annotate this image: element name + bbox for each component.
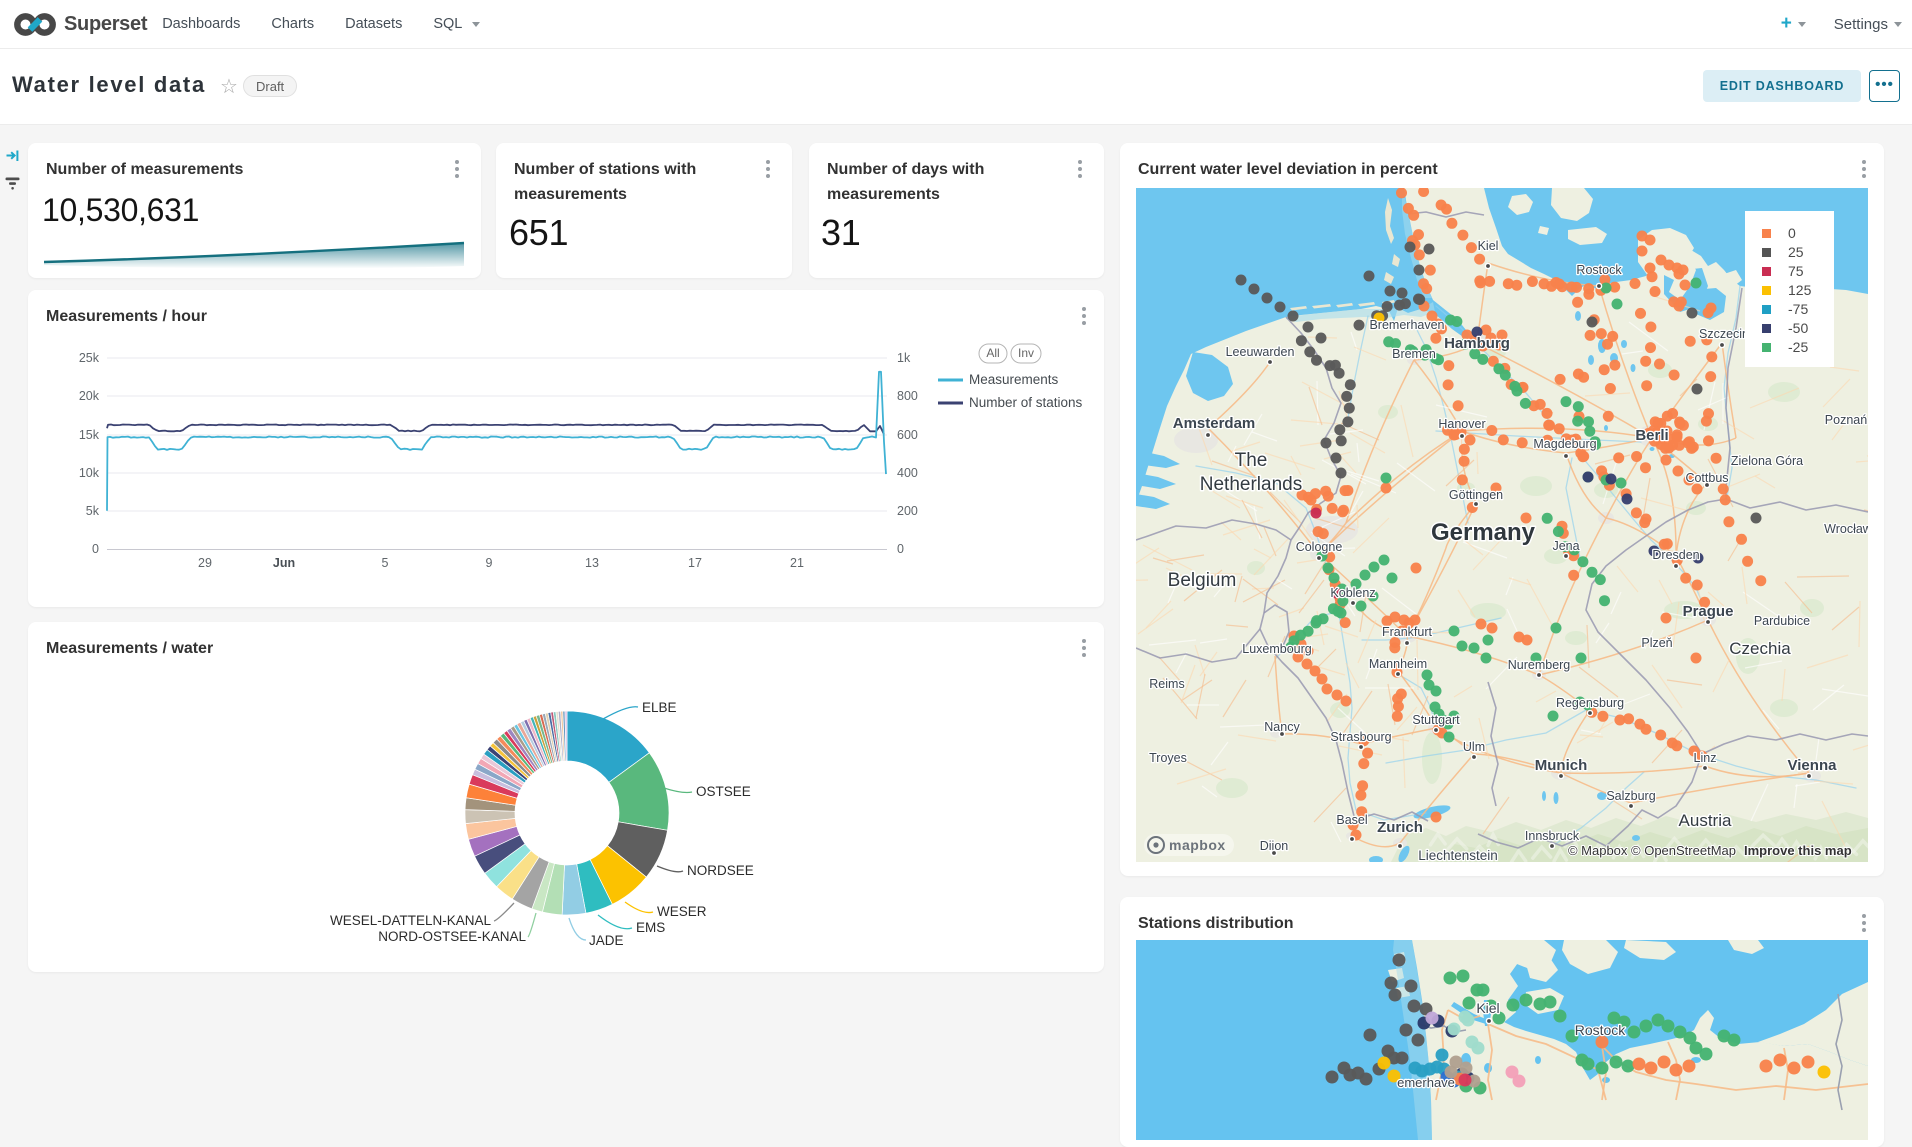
svg-text:Improve this map: Improve this map bbox=[1744, 843, 1852, 858]
svg-text:Basel: Basel bbox=[1336, 813, 1367, 827]
svg-text:emerhave: emerhave bbox=[1397, 1075, 1455, 1090]
svg-text:0: 0 bbox=[1788, 225, 1796, 241]
svg-text:Frankfurt: Frankfurt bbox=[1382, 625, 1433, 639]
svg-text:Kiel: Kiel bbox=[1476, 1000, 1499, 1016]
svg-text:WESER: WESER bbox=[657, 904, 707, 919]
svg-text:Liechtenstein: Liechtenstein bbox=[1418, 848, 1498, 862]
svg-text:Rostock: Rostock bbox=[1575, 1022, 1627, 1038]
svg-text:125: 125 bbox=[1788, 282, 1812, 298]
svg-text:25k: 25k bbox=[79, 351, 100, 365]
svg-text:Stuttgart: Stuttgart bbox=[1412, 713, 1460, 727]
svg-text:Hamburg: Hamburg bbox=[1444, 335, 1510, 352]
svg-text:Ulm: Ulm bbox=[1463, 740, 1485, 754]
svg-text:Salzburg: Salzburg bbox=[1606, 789, 1655, 803]
svg-text:Measurements: Measurements bbox=[969, 372, 1059, 387]
svg-text:Wrocław: Wrocław bbox=[1824, 522, 1868, 536]
svg-text:Göttingen: Göttingen bbox=[1449, 488, 1503, 502]
svg-text:Linz: Linz bbox=[1694, 751, 1717, 765]
svg-text:Plzeň: Plzeň bbox=[1641, 636, 1672, 650]
svg-text:Munich: Munich bbox=[1535, 757, 1588, 774]
svg-text:Amsterdam: Amsterdam bbox=[1173, 415, 1256, 432]
svg-text:Bremerhaven: Bremerhaven bbox=[1369, 318, 1444, 332]
svg-text:JADE: JADE bbox=[589, 933, 624, 948]
svg-text:200: 200 bbox=[897, 504, 918, 518]
svg-text:Regensburg: Regensburg bbox=[1556, 696, 1624, 710]
svg-text:Luxembourg: Luxembourg bbox=[1242, 642, 1312, 656]
svg-text:400: 400 bbox=[897, 466, 918, 480]
svg-text:Inv: Inv bbox=[1018, 346, 1034, 360]
svg-text:Magdeburg: Magdeburg bbox=[1533, 437, 1596, 451]
svg-text:Number of stations: Number of stations bbox=[969, 395, 1083, 410]
svg-text:0: 0 bbox=[897, 542, 904, 556]
svg-text:Prague: Prague bbox=[1683, 603, 1734, 620]
svg-text:EMS: EMS bbox=[636, 920, 665, 935]
svg-text:Bremen: Bremen bbox=[1392, 347, 1436, 361]
svg-text:75: 75 bbox=[1788, 263, 1804, 279]
svg-text:Jena: Jena bbox=[1552, 539, 1579, 553]
svg-text:13: 13 bbox=[585, 556, 599, 570]
svg-text:9: 9 bbox=[486, 556, 493, 570]
svg-text:Troyes: Troyes bbox=[1149, 751, 1187, 765]
svg-text:Dresden: Dresden bbox=[1652, 548, 1699, 562]
svg-text:All: All bbox=[986, 346, 999, 360]
svg-text:0: 0 bbox=[92, 542, 99, 556]
svg-text:Koblenz: Koblenz bbox=[1330, 586, 1375, 600]
svg-text:Jun: Jun bbox=[273, 556, 295, 570]
svg-text:800: 800 bbox=[897, 389, 918, 403]
svg-text:© Mapbox © OpenStreetMap: © Mapbox © OpenStreetMap bbox=[1568, 843, 1736, 858]
svg-text:Austria: Austria bbox=[1679, 811, 1732, 830]
svg-text:Cologne: Cologne bbox=[1296, 540, 1343, 554]
svg-text:OSTSEE: OSTSEE bbox=[696, 784, 751, 799]
svg-text:Szczecin: Szczecin bbox=[1699, 327, 1749, 341]
svg-text:5k: 5k bbox=[86, 504, 100, 518]
svg-text:Kiel: Kiel bbox=[1478, 239, 1499, 253]
svg-text:Zielona Góra: Zielona Góra bbox=[1731, 454, 1803, 468]
svg-text:NORDSEE: NORDSEE bbox=[687, 863, 754, 878]
svg-text:10k: 10k bbox=[79, 466, 100, 480]
svg-text:Leeuwarden: Leeuwarden bbox=[1226, 345, 1295, 359]
svg-text:Pardubice: Pardubice bbox=[1754, 614, 1810, 628]
svg-text:25: 25 bbox=[1788, 244, 1804, 260]
svg-text:Vienna: Vienna bbox=[1788, 757, 1838, 774]
svg-text:1k: 1k bbox=[897, 351, 911, 365]
svg-text:29: 29 bbox=[198, 556, 212, 570]
svg-text:-75: -75 bbox=[1788, 301, 1808, 317]
svg-text:-25: -25 bbox=[1788, 339, 1808, 355]
svg-text:Belgium: Belgium bbox=[1168, 570, 1237, 591]
svg-text:Hanover: Hanover bbox=[1438, 417, 1485, 431]
svg-text:Nuremberg: Nuremberg bbox=[1508, 658, 1571, 672]
svg-text:Netherlands: Netherlands bbox=[1200, 474, 1302, 495]
svg-text:Germany: Germany bbox=[1431, 519, 1536, 546]
svg-text:mapbox: mapbox bbox=[1169, 837, 1226, 853]
svg-text:Strasbourg: Strasbourg bbox=[1330, 730, 1391, 744]
svg-text:ELBE: ELBE bbox=[642, 700, 677, 715]
svg-text:The: The bbox=[1235, 450, 1268, 471]
svg-text:5: 5 bbox=[382, 556, 389, 570]
svg-text:Berli: Berli bbox=[1635, 427, 1668, 444]
svg-text:Rostock: Rostock bbox=[1576, 263, 1622, 277]
svg-text:Mannheim: Mannheim bbox=[1369, 657, 1427, 671]
svg-text:NORD-OSTSEE-KANAL: NORD-OSTSEE-KANAL bbox=[378, 929, 526, 944]
svg-text:WESEL-DATTELN-KANAL: WESEL-DATTELN-KANAL bbox=[330, 913, 492, 928]
svg-text:Poznań: Poznań bbox=[1825, 413, 1867, 427]
svg-text:600: 600 bbox=[897, 428, 918, 442]
svg-text:Czechia: Czechia bbox=[1729, 639, 1791, 658]
svg-text:20k: 20k bbox=[79, 389, 100, 403]
svg-text:Zurich: Zurich bbox=[1377, 819, 1423, 836]
svg-text:21: 21 bbox=[790, 556, 804, 570]
svg-text:15k: 15k bbox=[79, 428, 100, 442]
svg-text:17: 17 bbox=[688, 556, 702, 570]
svg-text:-50: -50 bbox=[1788, 320, 1808, 336]
svg-text:Innsbruck: Innsbruck bbox=[1525, 829, 1580, 843]
svg-text:Reims: Reims bbox=[1149, 677, 1184, 691]
